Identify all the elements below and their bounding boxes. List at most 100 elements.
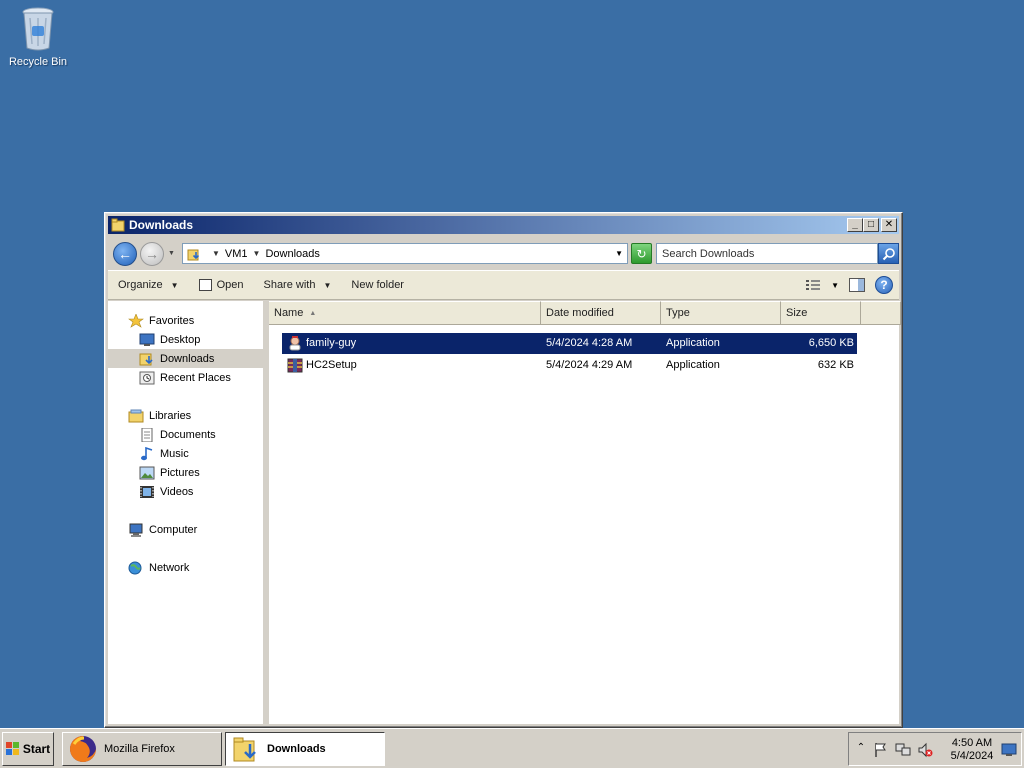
nav-music-label: Music	[160, 447, 189, 460]
nav-recent-places[interactable]: Recent Places	[108, 368, 263, 387]
column-header-name[interactable]: Name ▲	[269, 301, 541, 325]
column-header-type[interactable]: Type	[661, 301, 781, 325]
column-header-filler	[861, 301, 901, 325]
computer-icon	[128, 523, 144, 537]
file-size: 6,650 KB	[808, 337, 854, 349]
nav-network[interactable]: Network	[108, 558, 263, 577]
file-name: HC2Setup	[306, 359, 357, 371]
arrow-right-icon: →	[145, 246, 159, 262]
nav-downloads[interactable]: Downloads	[108, 349, 263, 368]
clock[interactable]: 4:50 AM 5/4/2024	[947, 737, 997, 763]
chevron-down-icon: ▼	[323, 280, 332, 290]
windows-flag-icon	[5, 742, 20, 756]
recycle-bin-icon	[21, 6, 55, 52]
folder-icon	[111, 218, 125, 232]
command-bar: Organize ▼ Open Share with ▼ New folder …	[108, 270, 899, 300]
share-with-button[interactable]: Share with ▼	[253, 271, 341, 299]
chevron-down-icon: ▼	[170, 280, 179, 290]
change-view-icon[interactable]	[805, 278, 821, 292]
file-type: Application	[666, 359, 720, 371]
table-row[interactable]: family-guy 5/4/2024 4:28 AM Application …	[282, 333, 857, 354]
start-button[interactable]: Start	[2, 732, 54, 766]
minimize-button[interactable]: _	[847, 218, 863, 232]
desktop-icon	[139, 333, 155, 347]
breadcrumb-vm1[interactable]: VM1	[225, 248, 248, 260]
search-icon	[882, 247, 895, 260]
nav-network-label: Network	[149, 561, 190, 574]
nav-libraries-label: Libraries	[149, 409, 192, 422]
nav-libraries[interactable]: Libraries	[108, 406, 263, 425]
column-name-label: Name	[274, 307, 304, 319]
maximize-button[interactable]: □	[863, 218, 879, 232]
videos-icon	[139, 485, 155, 499]
clock-time: 4:50 AM	[951, 737, 993, 749]
libraries-icon	[128, 409, 144, 423]
nav-pictures-label: Pictures	[160, 466, 200, 479]
system-tray: ⌃ 4:50 AM 5/4/2024	[848, 732, 1022, 766]
new-folder-label: New folder	[351, 279, 404, 291]
organize-button[interactable]: Organize ▼	[108, 271, 189, 299]
preview-pane-icon[interactable]	[849, 278, 865, 292]
recent-places-icon	[139, 371, 155, 385]
nav-favorites[interactable]: Favorites	[108, 311, 263, 330]
firefox-icon	[68, 734, 98, 764]
breadcrumb-downloads[interactable]: Downloads	[265, 248, 319, 260]
nav-documents-label: Documents	[160, 428, 216, 441]
navigation-pane: Favorites Desktop Downloads Recent Place…	[108, 301, 266, 724]
recycle-bin[interactable]: Recycle Bin	[6, 6, 70, 68]
table-row[interactable]: HC2Setup 5/4/2024 4:29 AM Application 63…	[282, 355, 857, 376]
volume-muted-icon[interactable]	[917, 742, 933, 758]
downloads-folder-icon	[139, 352, 155, 366]
address-bar[interactable]: ▼ VM1 ▼ Downloads ▼	[182, 243, 628, 264]
open-button[interactable]: Open	[189, 271, 254, 299]
clock-date: 5/4/2024	[950, 750, 994, 762]
window-titlebar[interactable]: Downloads _ □ ✕	[108, 216, 899, 234]
documents-icon	[139, 427, 155, 442]
search-input[interactable]: Search Downloads	[656, 243, 878, 264]
nav-computer[interactable]: Computer	[108, 520, 263, 539]
network-icon[interactable]	[895, 742, 911, 758]
column-header-date[interactable]: Date modified	[541, 301, 661, 325]
help-button[interactable]: ?	[875, 276, 893, 294]
search-button[interactable]	[878, 243, 899, 264]
nav-desktop[interactable]: Desktop	[108, 330, 263, 349]
organize-label: Organize	[118, 279, 163, 291]
sort-arrow-icon: ▲	[309, 309, 317, 317]
refresh-button[interactable]: ↻	[631, 243, 652, 264]
taskbar-firefox[interactable]: Mozilla Firefox	[62, 732, 222, 766]
close-button[interactable]: ✕	[881, 218, 897, 232]
view-options-dropdown[interactable]: ▼	[831, 281, 839, 290]
taskbar-firefox-label: Mozilla Firefox	[104, 743, 175, 755]
downloads-folder-icon	[231, 735, 259, 763]
refresh-icon: ↻	[636, 246, 647, 261]
taskbar: Start Mozilla Firefox Downloads ⌃ 4:50 A…	[0, 728, 1024, 768]
chevron-right-icon[interactable]: ▼	[212, 249, 220, 258]
back-button[interactable]: ←	[113, 242, 137, 266]
nav-music[interactable]: Music	[108, 444, 263, 463]
recycle-bin-label: Recycle Bin	[8, 56, 68, 68]
music-note-icon	[139, 446, 155, 461]
column-header-size[interactable]: Size	[781, 301, 861, 325]
address-dropdown-icon[interactable]: ▼	[615, 249, 623, 258]
recent-pages-dropdown[interactable]: ▼	[168, 250, 175, 257]
file-name: family-guy	[306, 337, 357, 349]
nav-videos[interactable]: Videos	[108, 482, 263, 501]
forward-button[interactable]: →	[140, 242, 164, 266]
taskbar-downloads[interactable]: Downloads	[225, 732, 385, 766]
application-icon	[287, 336, 303, 351]
show-hidden-icons-button[interactable]: ⌃	[853, 742, 869, 758]
nav-desktop-label: Desktop	[160, 333, 201, 346]
nav-videos-label: Videos	[160, 485, 194, 498]
open-label: Open	[216, 279, 244, 291]
chevron-right-icon[interactable]: ▼	[253, 249, 261, 258]
nav-pictures[interactable]: Pictures	[108, 463, 263, 482]
action-center-flag-icon[interactable]	[873, 742, 889, 758]
file-date: 5/4/2024 4:28 AM	[546, 337, 633, 349]
show-desktop-icon[interactable]	[1001, 742, 1017, 758]
nav-documents[interactable]: Documents	[108, 425, 263, 444]
file-type: Application	[666, 337, 720, 349]
window-title: Downloads	[129, 218, 194, 232]
file-date: 5/4/2024 4:29 AM	[546, 359, 633, 371]
new-folder-button[interactable]: New folder	[341, 271, 414, 299]
taskbar-downloads-label: Downloads	[267, 743, 326, 755]
